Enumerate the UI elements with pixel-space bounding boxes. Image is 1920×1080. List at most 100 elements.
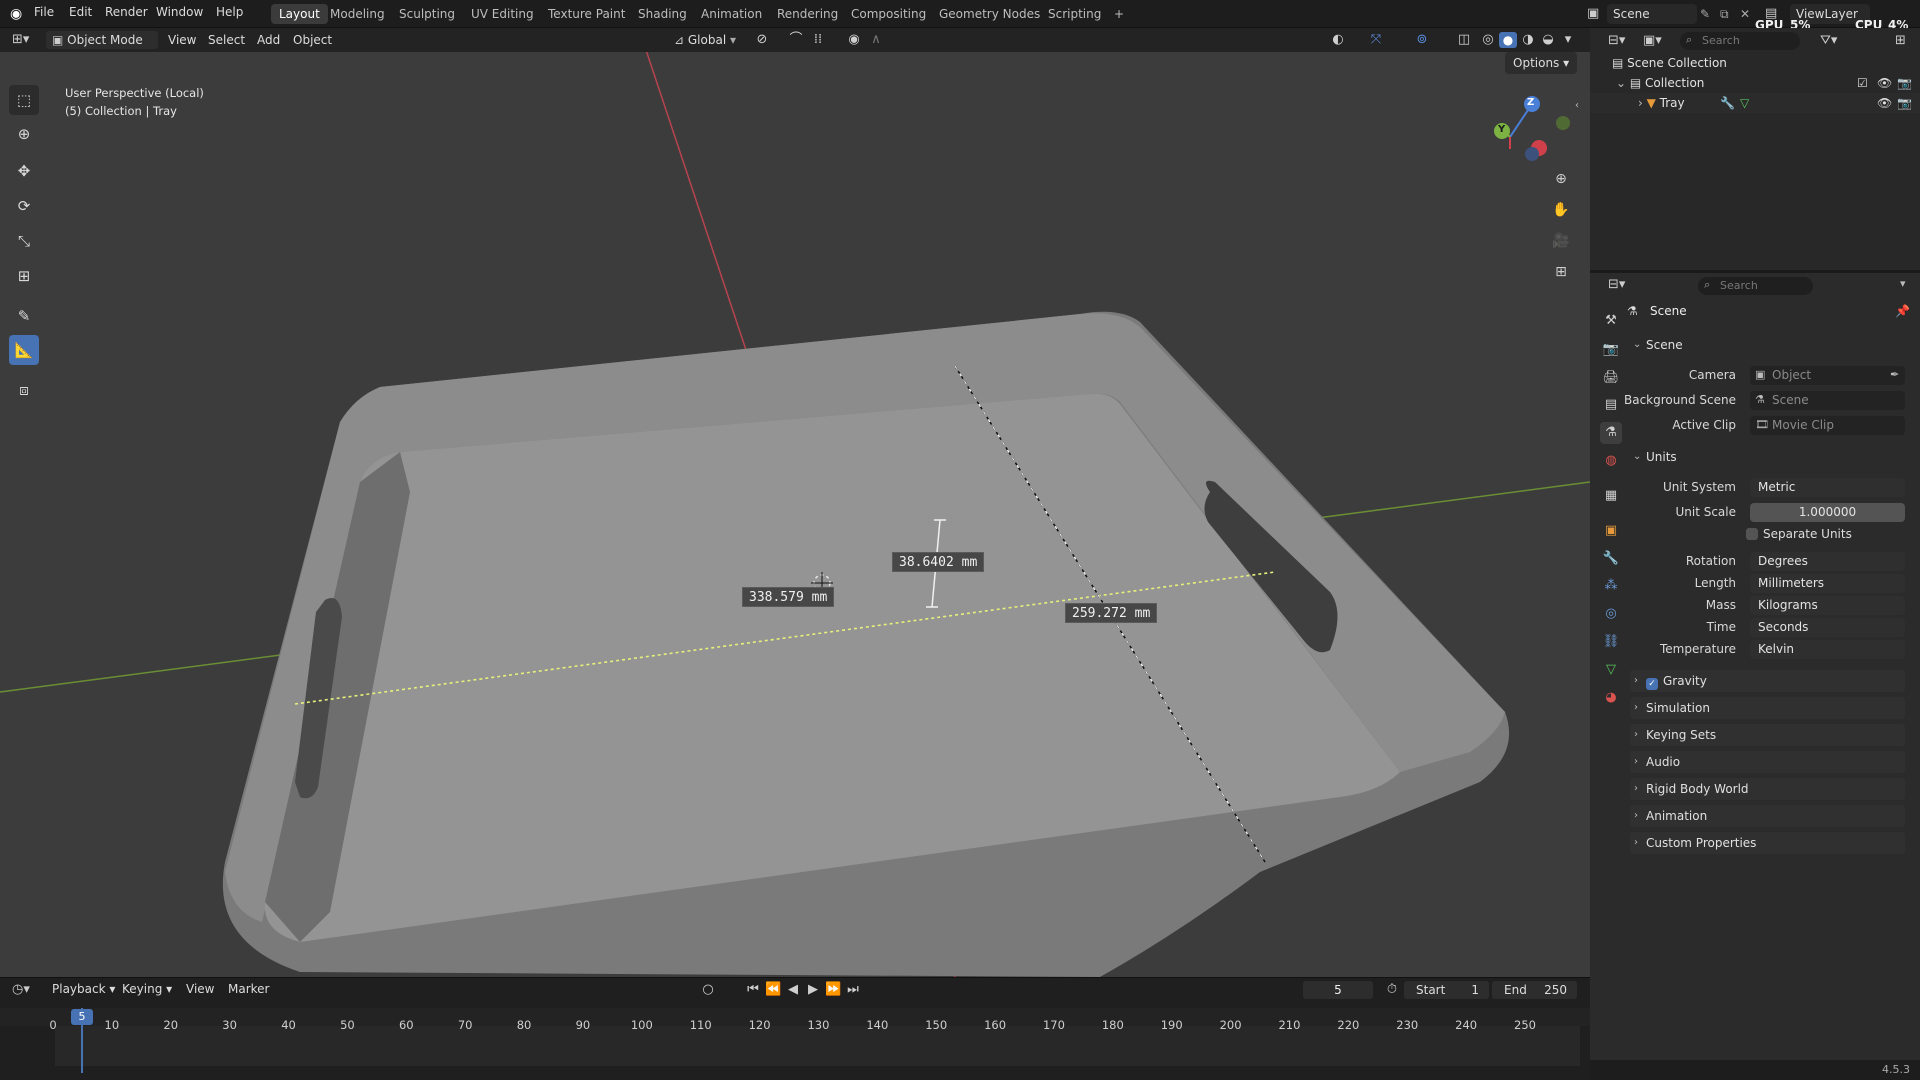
add-workspace-button[interactable]: + (1106, 4, 1132, 24)
play-icon[interactable]: ▶ (805, 982, 821, 998)
auto-keying-icon[interactable]: ○ (700, 982, 716, 998)
pivot-icon[interactable]: ⊘ (754, 32, 770, 48)
active-clip-field[interactable]: Movie Clip (1750, 416, 1905, 435)
cursor-tool-icon[interactable]: ⊕ (9, 119, 39, 149)
render-tab-icon[interactable]: 📷 (1600, 339, 1622, 361)
camera-field[interactable]: Object (1750, 366, 1905, 385)
pin-icon[interactable]: 📌 (1895, 304, 1910, 318)
audio-section-header[interactable]: › Audio (1630, 751, 1905, 773)
timeline-track-area[interactable] (55, 1026, 1580, 1066)
properties-editor-icon[interactable]: ⊟▾ (1608, 277, 1625, 292)
orientation-dropdown[interactable]: ⊿ Global ▾ (668, 31, 742, 49)
annotate-tool-icon[interactable]: ✎ (9, 301, 39, 331)
checkbox-icon[interactable]: ☑ (1857, 73, 1868, 93)
length-dropdown[interactable]: Millimeters (1750, 574, 1905, 593)
rendered-shading-icon[interactable]: ◒ (1540, 32, 1556, 48)
menu-object[interactable]: Object (287, 31, 338, 49)
options-chevron-icon[interactable]: ▾ (1900, 277, 1906, 290)
tab-shading[interactable]: Shading (630, 4, 695, 24)
ortho-grid-icon[interactable]: ⊞ (1548, 259, 1574, 285)
move-tool-icon[interactable]: ✥ (9, 156, 39, 186)
playhead-frame-badge[interactable]: 5 (71, 1009, 93, 1025)
display-mode-icon[interactable]: ▣▾ (1643, 33, 1662, 48)
visibility-icon[interactable]: ◐ (1330, 32, 1346, 48)
menu-select[interactable]: Select (202, 31, 251, 49)
editor-type-icon[interactable]: ⊞▾ (12, 32, 29, 47)
transform-tool-icon[interactable]: ⊞ (9, 261, 39, 291)
timeline-view-menu[interactable]: View (180, 980, 220, 998)
units-section-header[interactable]: ⌄ Units (1630, 446, 1905, 468)
tab-animation[interactable]: Animation (693, 4, 770, 24)
tab-compositing[interactable]: Compositing (843, 4, 934, 24)
mass-dropdown[interactable]: Kilograms (1750, 596, 1905, 615)
menu-edit[interactable]: Edit (69, 5, 92, 19)
sidebar-toggle-icon[interactable]: ‹ (1575, 100, 1579, 111)
shading-options-icon[interactable]: ▾ (1560, 32, 1576, 48)
rotation-dropdown[interactable]: Degrees (1750, 552, 1905, 571)
object-tab-icon[interactable]: ▣ (1600, 520, 1622, 542)
menu-view[interactable]: View (162, 31, 202, 49)
overlay-icon[interactable]: ⊚ (1414, 32, 1430, 48)
menu-render[interactable]: Render (105, 5, 148, 19)
delete-scene-icon[interactable]: ✕ (1740, 4, 1750, 24)
menu-help[interactable]: Help (216, 5, 243, 19)
outliner-tray-row[interactable]: › ▼ Tray 🔧 ▽ 👁 📷 (1590, 93, 1920, 113)
jump-end-icon[interactable]: ⏭ (845, 982, 861, 998)
outliner-collection-row[interactable]: ⌄ ▤ Collection ☑ 👁 📷 (1590, 73, 1920, 93)
snap-icon[interactable]: ⌒ (788, 32, 804, 48)
world-tab-icon[interactable]: ◍ (1600, 450, 1622, 472)
outliner-search-input[interactable]: Search (1680, 32, 1800, 50)
measure-tool-icon[interactable]: 📐 (9, 335, 39, 365)
select-box-tool-icon[interactable]: ⬚ (9, 85, 39, 115)
snap-target-icon[interactable]: ⁞⁞ (810, 32, 826, 48)
material-tab-icon[interactable]: ◕ (1600, 687, 1622, 709)
outliner-editor-icon[interactable]: ⊟▾ (1608, 33, 1625, 48)
blender-logo-icon[interactable]: ◉ (10, 5, 28, 23)
time-dropdown[interactable]: Seconds (1750, 618, 1905, 637)
mesh-data-icon[interactable]: ▽ (1740, 93, 1749, 113)
simulation-section-header[interactable]: › Simulation (1630, 697, 1905, 719)
collapse-chevron-icon[interactable]: › (1638, 96, 1647, 110)
tab-texture-paint[interactable]: Texture Paint (540, 4, 633, 24)
filter-icon[interactable]: ⛛▾ (1820, 33, 1837, 48)
unit-system-dropdown[interactable]: Metric (1750, 478, 1905, 497)
modifier-wrench-icon[interactable]: 🔧 (1720, 93, 1735, 113)
current-frame-field[interactable]: 5 (1303, 981, 1373, 999)
marker-menu[interactable]: Marker (222, 980, 275, 998)
tab-rendering[interactable]: Rendering (769, 4, 846, 24)
tab-geometry-nodes[interactable]: Geometry Nodes (931, 4, 1048, 24)
eye-icon[interactable]: 👁 (1877, 73, 1892, 93)
eyedropper-icon[interactable]: ✒ (1890, 368, 1899, 381)
separate-units-checkbox[interactable] (1746, 528, 1758, 540)
xray-icon[interactable]: ◫ (1456, 32, 1472, 48)
camera-view-icon[interactable]: 🎥 (1548, 228, 1574, 254)
mode-dropdown[interactable]: ▣ Object Mode ▾ (46, 31, 158, 65)
add-cube-tool-icon[interactable]: ⧈ (9, 375, 39, 405)
tab-modeling[interactable]: Modeling (322, 4, 393, 24)
pan-hand-icon[interactable]: ✋ (1548, 197, 1574, 223)
solid-shading-icon[interactable]: ● (1499, 32, 1517, 48)
falloff-icon[interactable]: ∧ (868, 32, 884, 48)
keying-sets-section-header[interactable]: › Keying Sets (1630, 724, 1905, 746)
menu-window[interactable]: Window (156, 5, 203, 19)
new-scene-icon[interactable]: ⧉ (1720, 4, 1729, 24)
tab-uv-editing[interactable]: UV Editing (463, 4, 542, 24)
expand-chevron-icon[interactable]: ⌄ (1616, 76, 1630, 90)
gizmo-icon[interactable]: ⤧ (1368, 32, 1384, 48)
camera-icon[interactable]: 📷 (1897, 93, 1912, 113)
3d-viewport[interactable]: Z Y ⬚ ⊕ ✥ ⟳ ⤡ ⊞ ✎ 📐 ⧈ User Perspective (… (0, 52, 1590, 977)
eye-icon[interactable]: 👁 (1877, 93, 1892, 113)
proportional-edit-icon[interactable]: ◉ (846, 32, 862, 48)
rigid-body-section-header[interactable]: › Rigid Body World (1630, 778, 1905, 800)
keying-menu[interactable]: Keying ▾ (116, 980, 178, 998)
jump-keyframe-back-icon[interactable]: ⏪ (765, 982, 781, 998)
gravity-checkbox[interactable]: ✓ (1646, 678, 1658, 690)
rotate-tool-icon[interactable]: ⟳ (9, 191, 39, 221)
scene-selector[interactable]: Scene (1607, 4, 1697, 24)
stopwatch-icon[interactable]: ⏱ (1384, 982, 1400, 998)
play-reverse-icon[interactable]: ◀ (785, 982, 801, 998)
scale-tool-icon[interactable]: ⤡ (9, 226, 39, 256)
material-shading-icon[interactable]: ◑ (1520, 32, 1536, 48)
tab-sculpting[interactable]: Sculpting (391, 4, 463, 24)
tab-layout[interactable]: Layout (271, 4, 328, 24)
